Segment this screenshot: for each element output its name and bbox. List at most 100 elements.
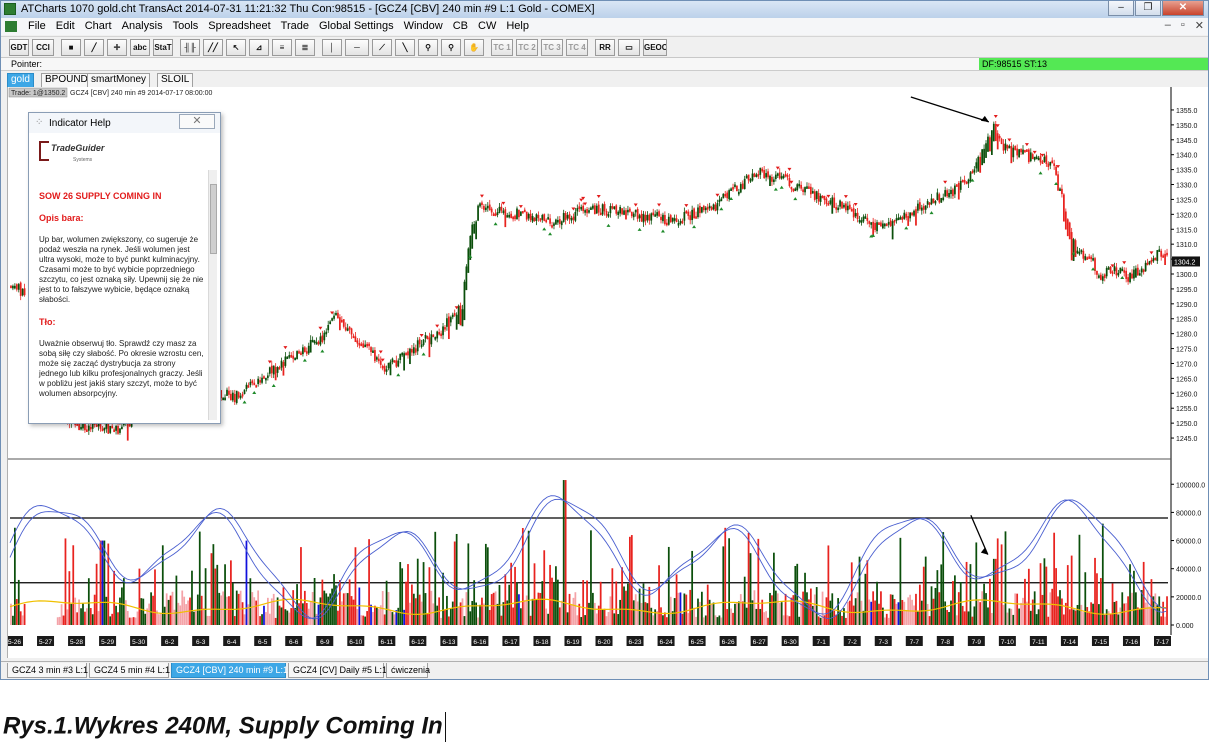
minimize-button[interactable]: ‒ <box>1108 1 1134 16</box>
magnify-icon[interactable]: ⚲ <box>441 39 461 56</box>
volume-bar <box>453 541 456 625</box>
tool-abc-button[interactable]: abc <box>130 39 150 56</box>
volume-bar <box>551 577 553 625</box>
menu-trade[interactable]: Trade <box>276 20 314 32</box>
chart-tab-smartmoney[interactable]: smartMoney <box>87 73 151 87</box>
volume-bar <box>105 596 108 625</box>
menu-file[interactable]: File <box>23 20 51 32</box>
tool-gdt-button[interactable]: GDT <box>9 39 29 56</box>
weakness-signal-marker <box>826 194 831 198</box>
volume-bar <box>1047 616 1050 625</box>
menu-spreadsheet[interactable]: Spreadsheet <box>203 20 275 32</box>
mdi-close-button[interactable]: ✕ <box>1195 19 1204 32</box>
crosshair-icon[interactable]: ✛ <box>107 39 127 56</box>
volume-bar <box>56 617 59 625</box>
mdi-restore-button[interactable]: ▫ <box>1181 19 1185 32</box>
close-button[interactable]: ✕ <box>1162 1 1204 16</box>
chart-tabs: gold BPOUND smartMoney SLOIL <box>1 72 1208 87</box>
diagonal-icon[interactable]: ╲ <box>395 39 415 56</box>
volume-bar <box>428 567 431 625</box>
line-draw-icon[interactable]: ╱ <box>84 39 104 56</box>
menu-global-settings[interactable]: Global Settings <box>314 20 399 32</box>
strength-signal-marker <box>542 227 547 231</box>
tool-geoc-button[interactable]: GEOC <box>643 39 667 56</box>
volume-bar <box>765 611 767 625</box>
strength-signal-marker <box>242 400 247 404</box>
help-scrollbar[interactable] <box>208 170 217 420</box>
menu-analysis[interactable]: Analysis <box>117 20 168 32</box>
tool-stat-button[interactable]: StaT <box>153 39 173 56</box>
tool-rr-button[interactable]: RR <box>595 39 615 56</box>
square-icon[interactable]: ■ <box>61 39 81 56</box>
chart-tab-gold[interactable]: gold <box>7 73 34 87</box>
channel-icon[interactable]: ╱╱ <box>203 39 223 56</box>
menu-cw[interactable]: CW <box>473 20 501 32</box>
mdi-minimize-button[interactable]: ‒ <box>1165 19 1171 32</box>
volume-bar <box>463 616 466 625</box>
volume-bar <box>994 558 997 625</box>
volume-bar <box>488 610 491 625</box>
tool-tc-3-button[interactable]: TC 3 <box>541 39 563 56</box>
workspace-tab[interactable]: GCZ4 3 min #3 L:1 <box>7 663 88 678</box>
help-scroll-thumb[interactable] <box>210 184 217 254</box>
volume-bar <box>989 578 991 625</box>
tool-tc-4-button[interactable]: TC 4 <box>566 39 588 56</box>
hand-icon[interactable]: ✋ <box>464 39 484 56</box>
help-close-button[interactable]: ✕ <box>179 114 215 129</box>
volume-bar <box>673 598 676 625</box>
volume-bar <box>560 600 563 625</box>
rectangle-icon[interactable]: ▭ <box>618 39 640 56</box>
menu-help[interactable]: Help <box>501 20 534 32</box>
menu-chart[interactable]: Chart <box>80 20 117 32</box>
menu-edit[interactable]: Edit <box>51 20 80 32</box>
tool-tc-1-button[interactable]: TC 1 <box>491 39 513 56</box>
volume-bar <box>1066 565 1069 625</box>
maximize-button[interactable]: ❐ <box>1135 1 1161 16</box>
menu-cb[interactable]: CB <box>448 20 473 32</box>
volume-bar <box>868 599 871 625</box>
tool-tc-2-button[interactable]: TC 2 <box>516 39 538 56</box>
volume-bar <box>553 582 555 625</box>
volume-bar <box>1088 611 1091 625</box>
workspace-tab[interactable]: ćwiczenia <box>386 663 430 678</box>
trend-icon[interactable]: ⟋ <box>372 39 392 56</box>
strength-signal-marker <box>421 352 426 356</box>
volume-bar <box>662 615 664 625</box>
strength-signal-marker <box>302 358 307 362</box>
volume-bar <box>85 608 88 625</box>
chart-tab-sloil[interactable]: SLOIL <box>157 73 194 87</box>
volume-bar <box>957 592 960 625</box>
date-label: 6-24 <box>660 639 673 646</box>
menu-tools[interactable]: Tools <box>168 20 204 32</box>
bars-icon[interactable]: ╢╟ <box>180 39 200 56</box>
volume-bar <box>693 607 695 625</box>
volume-bar <box>502 602 505 625</box>
volume-bar <box>159 613 162 625</box>
volume-bar <box>788 616 791 625</box>
document-icon[interactable] <box>5 21 17 32</box>
volume-bar <box>447 616 450 625</box>
workspace-tab[interactable]: GCZ4 5 min #4 L:1 <box>89 663 170 678</box>
menu-window[interactable]: Window <box>399 20 448 32</box>
volume-bar <box>702 617 705 625</box>
indicator-help-window[interactable]: ⁘ Indicator Help ✕ TradeGuider Systems S… <box>28 112 221 424</box>
weakness-signal-marker <box>715 193 720 197</box>
volume-bar <box>619 599 622 625</box>
pointer-icon[interactable]: ↖ <box>226 39 246 56</box>
zoom-icon[interactable]: ⚲ <box>418 39 438 56</box>
menu-bar: File Edit Chart Analysis Tools Spreadsheet Tra… <box>1 18 1208 35</box>
volume-bar <box>743 576 746 625</box>
volume-bar <box>486 547 489 625</box>
levels-icon[interactable]: ≣ <box>295 39 315 56</box>
help-title-bar[interactable]: ⁘ Indicator Help ✕ <box>29 113 220 133</box>
workspace-tab[interactable]: GCZ4 [CBV] 240 min #9 L:1 <box>171 663 288 678</box>
fib-icon[interactable]: ≡ <box>272 39 292 56</box>
horizontal-line-icon[interactable]: ─ <box>345 39 369 56</box>
workspace-tab[interactable]: GCZ4 [CV] Daily #5 L:1 <box>288 663 387 678</box>
weakness-signal-marker <box>283 346 288 350</box>
triangle-icon[interactable]: ⊿ <box>249 39 269 56</box>
vertical-line-icon[interactable]: │ <box>322 39 342 56</box>
tool-cci-button[interactable]: CCI <box>32 39 54 56</box>
volume-bar <box>251 592 254 625</box>
chart-tab-bpound[interactable]: BPOUND <box>41 73 92 87</box>
